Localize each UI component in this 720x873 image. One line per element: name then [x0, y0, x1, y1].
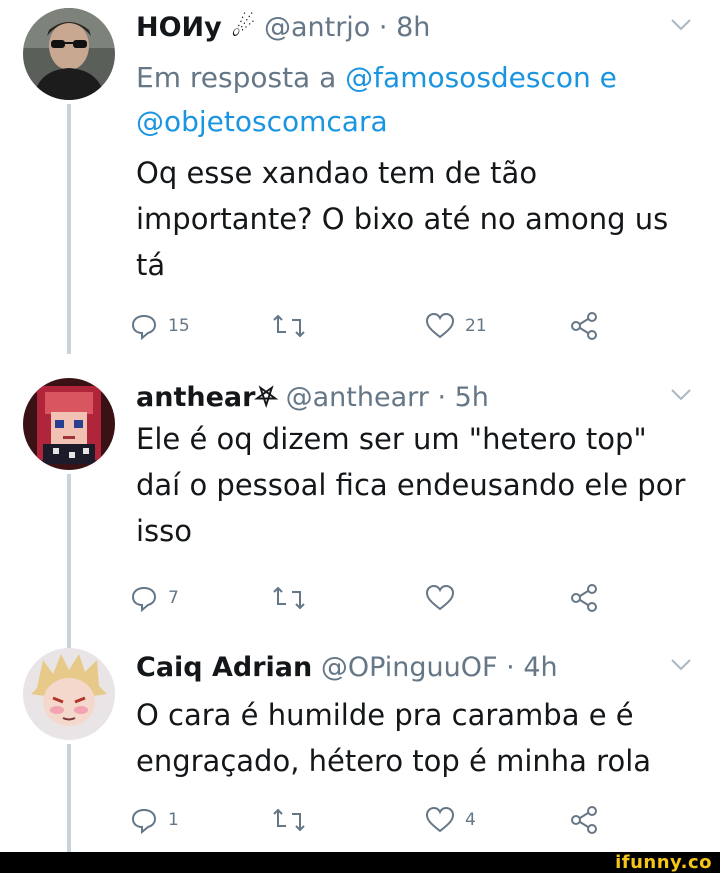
- reply-button[interactable]: 15: [130, 308, 190, 344]
- reply-icon: [131, 586, 157, 612]
- share-button[interactable]: [570, 580, 600, 616]
- retweet-button[interactable]: [272, 802, 316, 838]
- reply-count: 1: [168, 810, 179, 830]
- like-count: 21: [465, 316, 487, 336]
- tweet-header: Caiq Adrian @OPinguuOF · 4h: [136, 646, 558, 690]
- handle[interactable]: @antrjo: [264, 12, 370, 43]
- tweet-text: Ele é oq dizem ser um "hetero top" daí o…: [136, 422, 686, 548]
- thread-line: [67, 744, 71, 852]
- chevron-down-icon[interactable]: [670, 18, 692, 32]
- avatar-antrjo[interactable]: [23, 8, 115, 100]
- share-button[interactable]: [570, 802, 600, 838]
- like-count: 4: [465, 810, 476, 830]
- reply-count: 7: [168, 588, 179, 608]
- reply-button[interactable]: 1: [130, 802, 179, 838]
- tweet-header: anthear⛧ @anthearr · 5h: [136, 376, 489, 420]
- avatar-image: [23, 8, 115, 100]
- share-icon: [571, 584, 597, 612]
- handle[interactable]: @OPinguuOF: [321, 652, 498, 683]
- like-icon: [425, 312, 455, 339]
- share-button[interactable]: [570, 308, 600, 344]
- retweet-button[interactable]: [272, 580, 316, 616]
- tweet-actions: 1 4: [130, 802, 630, 838]
- timestamp[interactable]: · 8h: [379, 12, 430, 43]
- display-name[interactable]: HOИy ☄: [136, 12, 255, 43]
- chevron-down-icon[interactable]: [670, 388, 692, 402]
- reply-prefix: Em resposta a: [136, 61, 346, 94]
- watermark-bar: ifunny.co: [0, 852, 720, 873]
- avatar-image: [23, 648, 115, 740]
- retweet-icon: [273, 808, 305, 832]
- chevron-down-icon[interactable]: [670, 658, 692, 672]
- ifunny-watermark: ifunny.co: [615, 852, 712, 873]
- like-button[interactable]: 4: [425, 802, 476, 838]
- like-button[interactable]: [425, 580, 465, 616]
- display-name[interactable]: anthear⛧: [136, 382, 277, 413]
- tweet-text: O cara é humilde pra caramba e é engraça…: [136, 698, 652, 778]
- share-icon: [571, 806, 597, 834]
- handle[interactable]: @anthearr: [286, 382, 429, 413]
- avatar-image: [23, 378, 115, 470]
- like-icon: [425, 806, 455, 833]
- reply-count: 15: [168, 316, 190, 336]
- display-name[interactable]: Caiq Adrian: [136, 652, 312, 683]
- avatar-opinguuof[interactable]: [23, 648, 115, 740]
- timestamp[interactable]: · 4h: [506, 652, 557, 683]
- thread-line: [67, 104, 71, 354]
- reply-icon: [131, 808, 157, 834]
- retweet-icon: [273, 586, 305, 610]
- tweet-header: HOИy ☄ @antrjo · 8h: [136, 6, 430, 50]
- reply-button[interactable]: 7: [130, 580, 179, 616]
- like-button[interactable]: 21: [425, 308, 487, 344]
- share-icon: [571, 312, 597, 340]
- like-icon: [425, 584, 455, 611]
- reply-icon: [131, 314, 157, 340]
- tweet-actions: 15 21: [130, 308, 630, 344]
- tweet-text: Oq esse xandao tem de tão importante? O …: [136, 156, 669, 282]
- timestamp[interactable]: · 5h: [437, 382, 488, 413]
- reply-context: Em resposta a @famososdescon e @objetosc…: [136, 56, 706, 144]
- retweet-icon: [273, 314, 305, 338]
- retweet-button[interactable]: [272, 308, 316, 344]
- tweet-actions: 7: [130, 580, 630, 616]
- avatar-anthearr[interactable]: [23, 378, 115, 470]
- thread-line: [67, 474, 71, 652]
